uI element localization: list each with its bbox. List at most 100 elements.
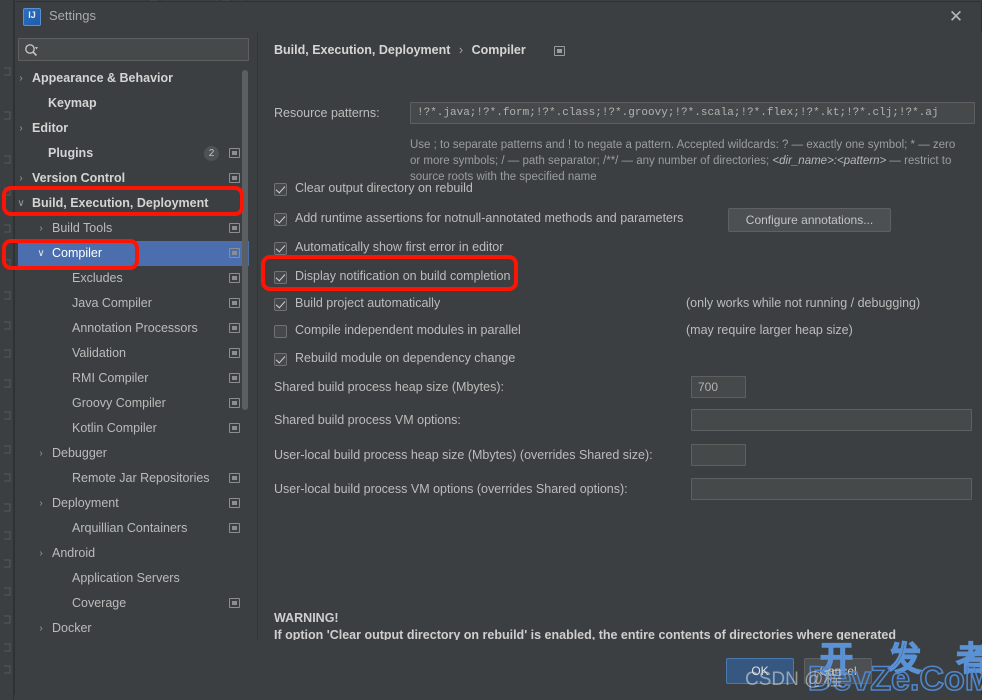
tree-rows-container: › Appearance & Behavior Keymap › Editor Plugi… (18, 66, 249, 640)
sidebar-item-editor[interactable]: › Editor (18, 116, 249, 141)
sidebar-item-deployment[interactable]: › Deployment (18, 491, 249, 516)
sidebar-item-label: Arquillian Containers (72, 521, 188, 535)
sidebar-item-appearance-behavior[interactable]: › Appearance & Behavior (18, 66, 249, 91)
checkbox-label: Clear output directory on rebuild (295, 181, 473, 195)
sidebar-item-label: Build Tools (52, 221, 113, 235)
tree-scrollbar-thumb[interactable] (242, 70, 248, 410)
sidebar-item-label: Build, Execution, Deployment (32, 196, 209, 210)
sidebar-item-docker[interactable]: › Docker (18, 616, 249, 640)
field-input-3[interactable] (691, 478, 972, 500)
project-scope-icon (229, 398, 240, 408)
sidebar-item-build-execution-deployment[interactable]: ∨ Build, Execution, Deployment (18, 191, 249, 216)
sidebar-item-label: Coverage (72, 596, 127, 610)
resource-patterns-hint: Use ; to separate patterns and ! to nega… (410, 137, 975, 185)
sidebar-item-validation[interactable]: Validation (18, 341, 249, 366)
sidebar-item-groovy-compiler[interactable]: Groovy Compiler (18, 391, 249, 416)
sidebar-item-debugger[interactable]: › Debugger (18, 441, 249, 466)
field-input-2[interactable] (691, 444, 746, 466)
sidebar-item-remote-jar-repositories[interactable]: Remote Jar Repositories (18, 466, 249, 491)
resource-patterns-label: Resource patterns: (274, 106, 380, 120)
settings-dialog: Settings ✕ › Appearance & Behavior Keymap ›… (14, 1, 982, 696)
chevron-right-icon[interactable]: › (18, 116, 28, 141)
checkbox-checked-icon[interactable] (274, 213, 287, 226)
intellij-idea-icon (23, 8, 41, 26)
chevron-right-icon[interactable]: › (34, 616, 48, 640)
hint-line-1: Use ; to separate patterns and ! to nega… (410, 139, 956, 151)
sidebar-item-label: Kotlin Compiler (72, 421, 157, 435)
sidebar-item-coverage[interactable]: Coverage (18, 591, 249, 616)
chevron-right-icon[interactable]: › (34, 441, 48, 466)
chevron-right-icon[interactable]: › (18, 66, 28, 91)
sidebar-item-arquillian-containers[interactable]: Arquillian Containers (18, 516, 249, 541)
sidebar-item-java-compiler[interactable]: Java Compiler (18, 291, 249, 316)
checkbox-checked-icon[interactable] (274, 298, 287, 311)
sidebar-item-label: Groovy Compiler (72, 396, 166, 410)
configure-annotations-button[interactable]: Configure annotations... (728, 208, 891, 232)
hint-line-2a: or more symbols; / — path separator; /**… (410, 155, 773, 167)
checkbox-label: Build project automatically (295, 296, 441, 310)
sidebar-item-label: Appearance & Behavior (32, 71, 174, 85)
sidebar-item-label: Editor (32, 121, 69, 135)
breadcrumb: Build, Execution, Deployment › Compiler (274, 43, 526, 57)
chevron-down-icon[interactable]: ∨ (34, 241, 48, 266)
sidebar-item-label: Excludes (72, 271, 123, 285)
sidebar-item-compiler[interactable]: ∨ Compiler (18, 241, 249, 266)
field-input-1[interactable] (691, 409, 972, 431)
search-icon (25, 44, 38, 57)
tree-scrollbar[interactable] (241, 66, 249, 640)
sidebar-item-plugins[interactable]: Plugins 2 (18, 141, 249, 166)
checkbox-unchecked-icon[interactable] (274, 325, 287, 338)
checkbox-checked-icon[interactable] (274, 242, 287, 255)
sidebar-item-rmi-compiler[interactable]: RMI Compiler (18, 366, 249, 391)
sidebar-item-label: RMI Compiler (72, 371, 149, 385)
sidebar-item-android[interactable]: › Android (18, 541, 249, 566)
project-scope-icon (229, 348, 240, 358)
checkbox-label: Add runtime assertions for notnull-annot… (295, 211, 684, 225)
checkbox-hint: (only works while not running / debuggin… (686, 296, 921, 310)
breadcrumb-leaf: Compiler (471, 43, 526, 57)
field-label: User-local build process VM options (ove… (274, 482, 628, 496)
sidebar-item-annotation-processors[interactable]: Annotation Processors (18, 316, 249, 341)
sidebar-item-label: Docker (52, 621, 92, 635)
project-scope-icon (229, 273, 240, 283)
breadcrumb-root[interactable]: Build, Execution, Deployment (274, 43, 450, 57)
sidebar-item-application-servers[interactable]: Application Servers (18, 566, 249, 591)
chevron-right-icon[interactable]: › (34, 491, 48, 516)
settings-category-tree[interactable]: › Appearance & Behavior Keymap › Editor Plugi… (18, 66, 249, 640)
project-scope-icon (229, 373, 240, 383)
project-scope-icon (229, 498, 240, 508)
field-label: Shared build process heap size (Mbytes): (274, 380, 504, 394)
sidebar-item-kotlin-compiler[interactable]: Kotlin Compiler (18, 416, 249, 441)
hint-line-2c: — restrict to (886, 155, 952, 167)
project-scope-icon (229, 173, 240, 183)
warning-title: WARNING! (274, 611, 339, 625)
sidebar-item-excludes[interactable]: Excludes (18, 266, 249, 291)
sidebar-item-keymap[interactable]: Keymap (18, 91, 249, 116)
sidebar-item-label: Android (52, 546, 96, 560)
sidebar-item-label: Version Control (32, 171, 126, 185)
project-scope-icon (229, 148, 240, 158)
chevron-right-icon[interactable]: › (18, 166, 28, 191)
dialog-titlebar: Settings ✕ (15, 2, 981, 32)
project-scope-icon (229, 473, 240, 483)
sidebar-item-build-tools[interactable]: › Build Tools (18, 216, 249, 241)
checkbox-checked-icon[interactable] (274, 353, 287, 366)
chevron-right-icon[interactable]: › (34, 216, 48, 241)
checkbox-checked-icon[interactable] (274, 271, 287, 284)
field-label: User-local build process heap size (Mbyt… (274, 448, 653, 462)
project-scope-icon (229, 323, 240, 333)
backdrop-left-strip (0, 0, 14, 700)
close-icon[interactable]: ✕ (943, 5, 969, 29)
checkbox-label: Automatically show first error in editor (295, 240, 504, 254)
sidebar-item-label: Plugins (48, 146, 94, 160)
sidebar-item-label: Deployment (52, 496, 119, 510)
settings-search-box[interactable] (18, 38, 249, 61)
chevron-down-icon[interactable]: ∨ (18, 191, 28, 216)
search-input[interactable] (43, 39, 243, 60)
field-input-0[interactable]: 700 (691, 376, 746, 398)
checkbox-checked-icon[interactable] (274, 183, 287, 196)
sidebar-item-version-control[interactable]: › Version Control (18, 166, 249, 191)
resource-patterns-input[interactable]: !?*.java;!?*.form;!?*.class;!?*.groovy;!… (410, 102, 975, 124)
breadcrumb-separator: › (458, 43, 464, 57)
chevron-right-icon[interactable]: › (34, 541, 48, 566)
